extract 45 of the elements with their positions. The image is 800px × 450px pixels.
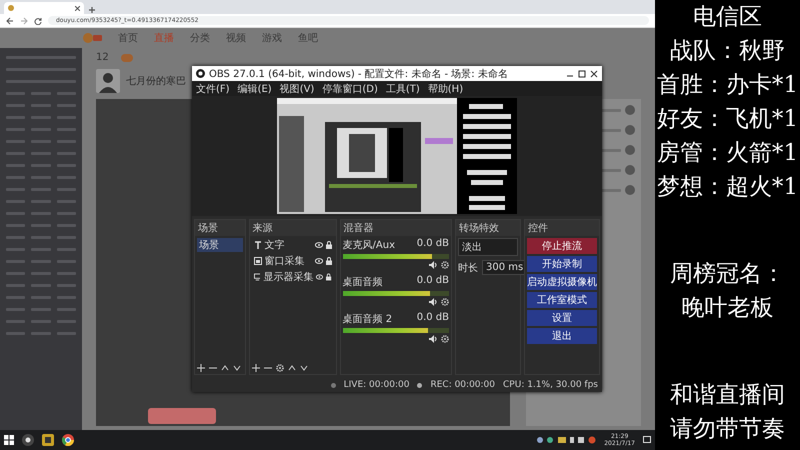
follow-count: 12: [96, 52, 109, 63]
channel-name: 麦克风/Aux: [342, 238, 395, 252]
dock-title: 控件: [525, 220, 599, 236]
menu-item[interactable]: 编辑(E): [238, 82, 272, 96]
channel-name: 桌面音频: [342, 276, 383, 289]
transition-dropdown[interactable]: 淡出: [458, 238, 518, 256]
overlay-text: 晚叶老板: [682, 294, 774, 323]
overlay-text: 首胜：办卡*1: [656, 71, 798, 100]
overlay-text: 和谐直播间: [670, 381, 785, 410]
live-timer: LIVE: 00:00:00: [344, 380, 410, 390]
overlay-text: 战队：秋野: [670, 37, 785, 66]
overlay-text: 房管：火箭*1: [656, 139, 798, 168]
overlay-text: 请勿带节奏: [670, 415, 785, 444]
overlay-text: 电信区: [693, 3, 762, 32]
overlay-text: 好友：飞机*1: [656, 105, 798, 134]
menu-item[interactable]: 帮助(H): [428, 82, 464, 96]
dock-title: 转场特效: [456, 220, 520, 236]
source-item[interactable]: 窗口采集: [252, 254, 334, 268]
menu-item[interactable]: 视图(V): [280, 82, 314, 96]
window-title: OBS 27.0.1 (64-bit, windows) - 配置文件: 未命名 - 场景: 未命名: [209, 68, 509, 80]
source-item[interactable]: 显示器采集: [252, 270, 334, 284]
control-button[interactable]: 工作室模式: [527, 292, 597, 308]
duration-label: 时长: [458, 262, 478, 274]
cpu-status: CPU: 1.1%, 30.00 fps: [503, 380, 598, 390]
control-button[interactable]: 退出: [527, 328, 597, 344]
menu-item[interactable]: 文件(F): [196, 82, 230, 96]
scene-item[interactable]: 场景: [197, 238, 243, 252]
overlay-text: 梦想：超火*1: [656, 173, 798, 202]
volume-reading: 0.0 dB: [416, 238, 449, 251]
control-button[interactable]: 开始录制: [527, 256, 597, 272]
menu-item[interactable]: 停靠窗口(D): [322, 82, 378, 96]
channel-name: 桌面音频 2: [342, 312, 392, 326]
dock-title: 场景: [195, 220, 245, 236]
stream-title: 七月份的寒巴: [126, 74, 186, 88]
source-item[interactable]: 文字: [252, 238, 334, 252]
overlay-text: 周榜冠名：: [670, 260, 785, 289]
dock-title: 混音器: [340, 220, 451, 236]
rec-timer: REC: 00:00:00: [430, 380, 496, 390]
volume-reading: 0.0 dB: [416, 312, 449, 325]
control-button[interactable]: 停止推流: [527, 238, 597, 254]
control-button[interactable]: 设置: [527, 310, 597, 326]
dock-title: 来源: [250, 220, 336, 236]
control-button[interactable]: 启动虚拟摄像机: [527, 274, 597, 290]
volume-reading: 0.0 dB: [416, 275, 449, 288]
menu-item[interactable]: 工具(T): [386, 82, 420, 96]
